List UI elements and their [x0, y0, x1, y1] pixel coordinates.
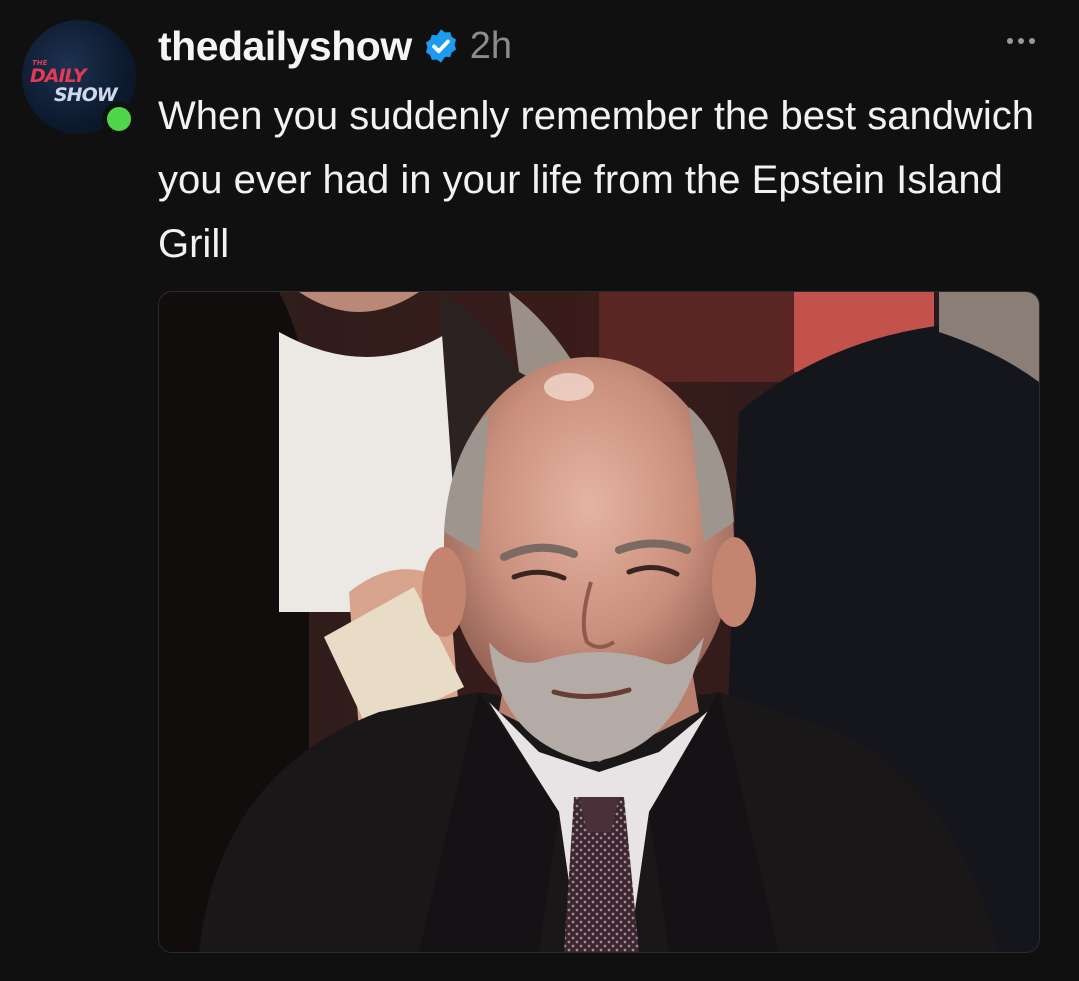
- verified-badge-icon: [425, 29, 456, 63]
- post-image[interactable]: [158, 291, 1040, 953]
- more-dot: [1018, 38, 1024, 44]
- username[interactable]: thedailyshow: [158, 23, 412, 70]
- post-caption: When you suddenly remember the best sand…: [158, 94, 1035, 266]
- more-dot: [1007, 38, 1013, 44]
- threads-post: THE DAILY SHOW thedailyshow 2h When you …: [0, 0, 1079, 981]
- daily-show-logo: THE DAILY SHOW: [30, 60, 130, 105]
- post-timestamp: 2h: [469, 24, 512, 67]
- more-dot: [1029, 38, 1035, 44]
- online-status-icon: [102, 102, 136, 136]
- photo-illustration: [159, 292, 1039, 952]
- more-options-icon[interactable]: [1007, 38, 1035, 44]
- post-header: thedailyshow 2h: [158, 20, 512, 72]
